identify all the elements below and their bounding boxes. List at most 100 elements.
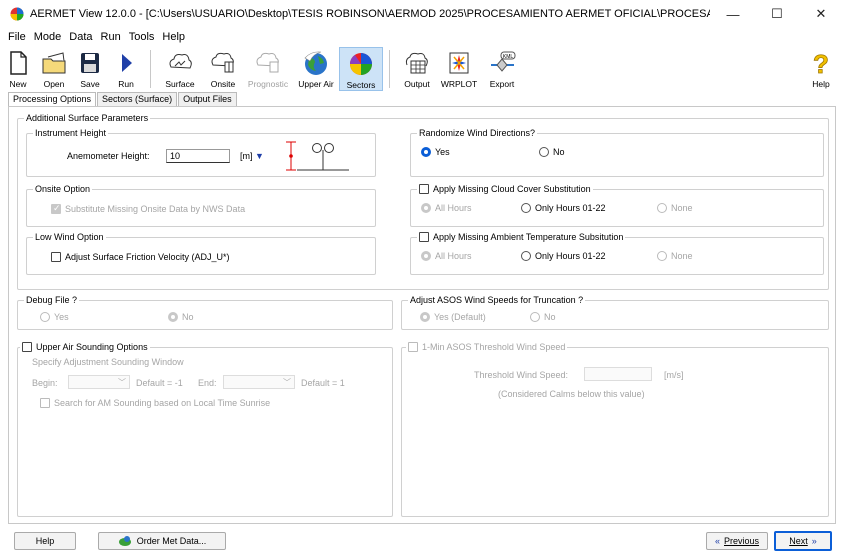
- cloud-cover-substitution-title[interactable]: Apply Missing Cloud Cover Substitution: [417, 184, 593, 194]
- anemometer-diagram-icon: [286, 141, 349, 171]
- radio-dot: [530, 312, 540, 322]
- chevron-down-icon: ﹀: [118, 378, 126, 387]
- prognostic-button[interactable]: Prognostic: [243, 47, 293, 91]
- radio-dot: [420, 312, 430, 322]
- low-wind-option-title: Low Wind Option: [33, 232, 106, 242]
- onsite-button[interactable]: Onsite: [203, 47, 243, 91]
- checkbox-box: [51, 252, 61, 262]
- output-table-icon: [405, 52, 428, 74]
- asos-truncation-group: Adjust ASOS Wind Speeds for Truncation ?…: [401, 295, 829, 330]
- temp-all-hours-radio[interactable]: All Hours: [421, 251, 472, 261]
- help-button[interactable]: ? Help: [803, 47, 839, 91]
- menu-help[interactable]: Help: [158, 31, 189, 43]
- save-button[interactable]: Save: [72, 47, 108, 91]
- new-button[interactable]: New: [0, 47, 36, 91]
- cloud-hours-01-22-radio[interactable]: Only Hours 01-22: [521, 203, 606, 213]
- additional-surface-parameters-group: Additional Surface Parameters Instrument…: [17, 113, 829, 290]
- wind-rose-icon: [449, 52, 469, 74]
- sectors-button[interactable]: Sectors: [339, 47, 383, 91]
- checkbox-box: [51, 203, 61, 214]
- begin-select[interactable]: ﹀: [68, 375, 130, 389]
- randomize-yes-radio[interactable]: Yes: [421, 147, 450, 157]
- tab-sectors-surface[interactable]: Sectors (Surface): [97, 92, 178, 106]
- cloud-icon: [169, 54, 192, 69]
- checkbox-box: [419, 232, 429, 242]
- radio-dot: [521, 251, 531, 261]
- ambient-temp-checkbox[interactable]: Apply Missing Ambient Temperature Subsit…: [419, 232, 623, 242]
- radio-dot: [421, 147, 431, 157]
- randomize-wind-title: Randomize Wind Directions?: [417, 128, 538, 138]
- menu-file[interactable]: File: [4, 31, 30, 43]
- export-button[interactable]: KML Export: [480, 47, 524, 91]
- search-am-sounding-checkbox[interactable]: Search for AM Sounding based on Local Ti…: [40, 398, 270, 408]
- randomize-no-radio[interactable]: No: [539, 147, 565, 157]
- open-button[interactable]: Open: [36, 47, 72, 91]
- temp-hours-01-22-radio[interactable]: Only Hours 01-22: [521, 251, 606, 261]
- toolbar: New Open Save Run Surface Onsite Prognos…: [0, 47, 843, 91]
- upper-air-button[interactable]: Upper Air: [293, 47, 339, 91]
- open-folder-icon: [42, 52, 66, 74]
- debug-no-radio[interactable]: No: [168, 312, 194, 322]
- minimize-button[interactable]: —: [711, 0, 755, 28]
- asos-no-radio[interactable]: No: [530, 312, 556, 322]
- cloud-cover-checkbox[interactable]: Apply Missing Cloud Cover Substitution: [419, 184, 591, 194]
- menu-mode[interactable]: Mode: [30, 31, 66, 43]
- end-select[interactable]: ﹀: [223, 375, 295, 389]
- instrument-height-group: Instrument Height Anemometer Height: 10 …: [26, 128, 376, 177]
- run-button[interactable]: Run: [108, 47, 144, 91]
- randomize-wind-group: Randomize Wind Directions? Yes No: [410, 128, 824, 177]
- checkbox-box: [419, 184, 429, 194]
- debug-yes-radio[interactable]: Yes: [40, 312, 69, 322]
- pie-sectors-icon: [350, 53, 372, 75]
- order-met-data-button[interactable]: Order Met Data...: [98, 532, 226, 550]
- tab-output-files[interactable]: Output Files: [178, 92, 237, 106]
- additional-surface-parameters-title: Additional Surface Parameters: [24, 113, 151, 123]
- previous-button[interactable]: « Previous: [706, 532, 768, 550]
- output-button[interactable]: Output: [396, 47, 438, 91]
- begin-label: Begin:: [32, 378, 58, 388]
- menu-data[interactable]: Data: [65, 31, 96, 43]
- upper-air-sounding-checkbox[interactable]: Upper Air Sounding Options: [22, 342, 148, 352]
- radio-dot: [40, 312, 50, 322]
- play-icon: [122, 54, 132, 72]
- onsite-option-title: Onsite Option: [33, 184, 93, 194]
- ambient-temp-substitution-title[interactable]: Apply Missing Ambient Temperature Subsit…: [417, 232, 626, 242]
- svg-text:KML: KML: [503, 54, 514, 60]
- floppy-disk-icon: [81, 53, 99, 73]
- checkbox-box: [40, 398, 50, 408]
- help-bottom-button[interactable]: Help: [14, 532, 76, 550]
- maximize-button[interactable]: ☐: [755, 0, 799, 28]
- one-min-asos-title[interactable]: 1-Min ASOS Threshold Wind Speed: [406, 342, 568, 352]
- onsite-option-group: Onsite Option Substitute Missing Onsite …: [26, 184, 376, 227]
- surface-button[interactable]: Surface: [157, 47, 203, 91]
- anemometer-height-input[interactable]: 10: [166, 149, 230, 163]
- prognostic-cloud-icon: [256, 52, 279, 73]
- new-file-icon: [10, 51, 27, 75]
- checkbox-box: [22, 342, 32, 352]
- close-button[interactable]: ✕: [799, 0, 843, 28]
- adjust-surface-friction-checkbox[interactable]: Adjust Surface Friction Velocity (ADJ_U*…: [51, 252, 230, 262]
- title-bar: AERMET View 12.0.0 - [C:\Users\USUARIO\D…: [0, 0, 843, 28]
- next-button[interactable]: Next »: [774, 531, 832, 551]
- temp-none-radio[interactable]: None: [657, 251, 693, 261]
- double-chevron-right-icon: »: [811, 536, 817, 546]
- cloud-none-radio[interactable]: None: [657, 203, 693, 213]
- menu-run[interactable]: Run: [97, 31, 125, 43]
- upper-air-sounding-group: Upper Air Sounding Options Specify Adjus…: [17, 342, 393, 517]
- end-default-label: Default = 1: [301, 378, 345, 388]
- height-unit-dropdown[interactable]: [m] ▼: [240, 151, 264, 161]
- substitute-missing-onsite-checkbox[interactable]: Substitute Missing Onsite Data by NWS Da…: [51, 203, 245, 214]
- dropdown-arrow-icon: ▼: [255, 151, 264, 161]
- upper-air-sounding-title[interactable]: Upper Air Sounding Options: [20, 342, 150, 352]
- one-min-asos-checkbox[interactable]: 1-Min ASOS Threshold Wind Speed: [408, 342, 565, 352]
- cloud-cover-substitution-group: Apply Missing Cloud Cover Substitution A…: [410, 184, 824, 227]
- wrplot-button[interactable]: WRPLOT: [438, 47, 480, 91]
- radio-dot: [421, 251, 431, 261]
- tab-processing-options[interactable]: Processing Options: [8, 92, 97, 106]
- threshold-wind-speed-input[interactable]: [584, 367, 652, 381]
- menu-tools[interactable]: Tools: [125, 31, 159, 43]
- asos-yes-default-radio[interactable]: Yes (Default): [420, 312, 486, 322]
- threshold-wind-speed-label: Threshold Wind Speed:: [474, 370, 569, 380]
- cloud-all-hours-radio[interactable]: All Hours: [421, 203, 472, 213]
- adjustment-window-label: Specify Adjustment Sounding Window: [32, 357, 184, 367]
